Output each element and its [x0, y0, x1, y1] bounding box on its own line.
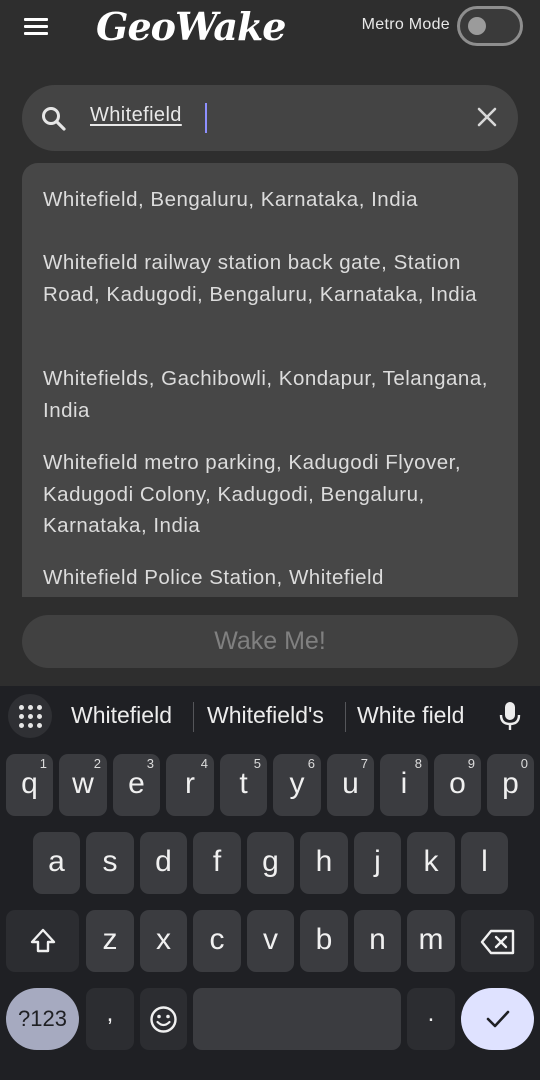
key-u[interactable]: u7	[327, 754, 374, 816]
word-suggestion[interactable]: Whitefield	[71, 702, 172, 729]
suggestion-divider	[193, 702, 194, 732]
key-j[interactable]: j	[354, 832, 401, 894]
microphone-icon[interactable]	[498, 700, 522, 732]
key-b[interactable]: b	[300, 910, 348, 972]
key-x[interactable]: x	[140, 910, 187, 972]
space-key[interactable]	[193, 988, 401, 1050]
key-i[interactable]: i8	[380, 754, 428, 816]
on-screen-keyboard: Whitefield Whitefield's White field q1 w…	[0, 686, 540, 1080]
search-input[interactable]: Whitefield	[90, 104, 182, 134]
key-g[interactable]: g	[247, 832, 294, 894]
key-h[interactable]: h	[300, 832, 348, 894]
app-title: GeoWake	[96, 4, 286, 49]
text-caret	[205, 103, 207, 133]
enter-key[interactable]	[461, 988, 534, 1050]
key-n[interactable]: n	[354, 910, 401, 972]
shift-icon	[30, 928, 56, 953]
key-w[interactable]: w2	[59, 754, 107, 816]
backspace-key[interactable]	[461, 910, 534, 972]
app-header: GeoWake Metro Mode	[0, 0, 540, 56]
key-v[interactable]: v	[247, 910, 294, 972]
key-q[interactable]: q1	[6, 754, 53, 816]
suggestion-item[interactable]: Whitefields, Gachibowli, Kondapur, Telan…	[43, 363, 498, 426]
emoji-icon	[150, 1006, 177, 1033]
emoji-key[interactable]	[140, 988, 187, 1050]
key-e[interactable]: e3	[113, 754, 160, 816]
key-m[interactable]: m	[407, 910, 455, 972]
clear-search-icon[interactable]	[474, 104, 500, 130]
key-z[interactable]: z	[86, 910, 134, 972]
key-f[interactable]: f	[193, 832, 241, 894]
checkmark-icon	[486, 1010, 510, 1028]
hamburger-menu-icon[interactable]	[22, 16, 50, 38]
key-t[interactable]: t5	[220, 754, 267, 816]
key-a[interactable]: a	[33, 832, 80, 894]
key-o[interactable]: o9	[434, 754, 481, 816]
key-p[interactable]: p0	[487, 754, 534, 816]
comma-key[interactable]: ,	[86, 988, 134, 1050]
symbols-key[interactable]: ?123	[6, 988, 79, 1050]
key-c[interactable]: c	[193, 910, 241, 972]
backspace-icon	[480, 929, 515, 955]
search-icon	[42, 107, 66, 131]
metro-mode-label: Metro Mode	[361, 16, 450, 33]
suggestion-item[interactable]: Whitefield railway station back gate, St…	[43, 247, 498, 310]
shift-key[interactable]	[6, 910, 79, 972]
key-l[interactable]: l	[461, 832, 508, 894]
period-key[interactable]: .	[407, 988, 455, 1050]
suggestion-item[interactable]: Whitefield Police Station, Whitefield	[43, 562, 498, 594]
key-d[interactable]: d	[140, 832, 187, 894]
word-suggestion[interactable]: White field	[357, 702, 464, 729]
key-s[interactable]: s	[86, 832, 134, 894]
suggestion-item[interactable]: Whitefield, Bengaluru, Karnataka, India	[43, 184, 498, 216]
keyboard-apps-icon[interactable]	[8, 694, 52, 738]
key-y[interactable]: y6	[273, 754, 321, 816]
word-suggestion[interactable]: Whitefield's	[207, 702, 324, 729]
key-r[interactable]: r4	[166, 754, 214, 816]
location-suggestions-list: Whitefield, Bengaluru, Karnataka, India …	[22, 163, 518, 623]
search-bar[interactable]: Whitefield	[22, 85, 518, 151]
key-k[interactable]: k	[407, 832, 455, 894]
metro-mode-toggle[interactable]	[457, 6, 523, 46]
suggestion-divider	[345, 702, 346, 732]
toggle-knob	[468, 17, 486, 35]
suggestion-item[interactable]: Whitefield metro parking, Kadugodi Flyov…	[43, 447, 498, 542]
wake-me-button[interactable]: Wake Me!	[22, 615, 518, 668]
